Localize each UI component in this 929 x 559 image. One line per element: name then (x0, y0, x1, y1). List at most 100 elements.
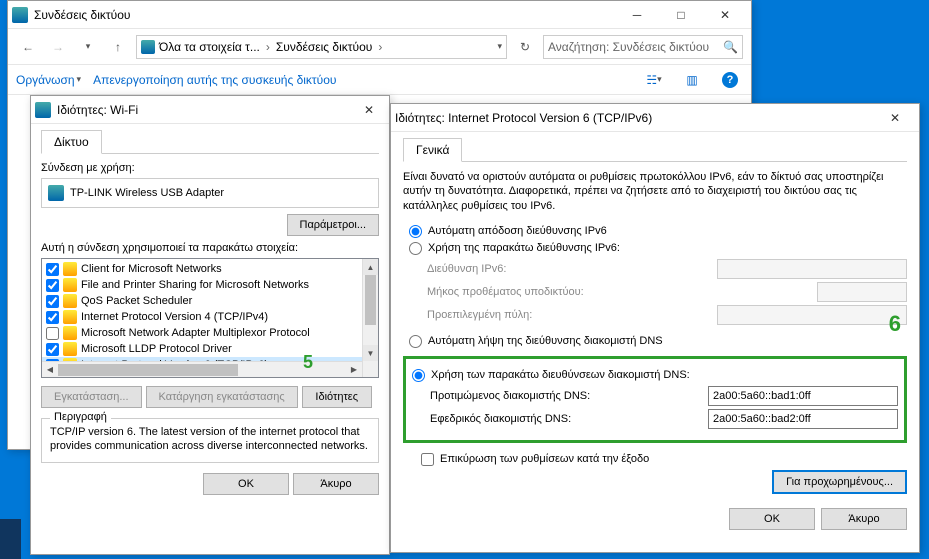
protocol-item[interactable]: Microsoft LLDP Protocol Driver (42, 341, 378, 357)
scroll-thumb[interactable] (365, 275, 376, 325)
default-gateway-label: Προεπιλεγμένη πύλη: (427, 309, 717, 321)
protocol-item[interactable]: Client for Microsoft Networks (42, 261, 378, 277)
scroll-down-button[interactable]: ▼ (363, 345, 378, 361)
description-legend: Περιγραφή (50, 411, 111, 423)
adapter-name: TP-LINK Wireless USB Adapter (70, 187, 224, 199)
wifi-title: Ιδιότητες: Wi-Fi (57, 103, 353, 117)
vertical-scrollbar[interactable]: ▲ ▼ (362, 259, 378, 377)
address-radio-group: Αυτόματη απόδοση διεύθυνσης IPv6 Χρήση τ… (409, 225, 907, 255)
default-gateway-input (717, 305, 907, 325)
properties-button[interactable]: Ιδιότητες (302, 386, 372, 408)
protocol-item[interactable]: File and Printer Sharing for Microsoft N… (42, 277, 378, 293)
help-button[interactable]: ? (717, 69, 743, 91)
configure-button[interactable]: Παράμετροι... (287, 214, 380, 236)
protocol-checkbox[interactable] (46, 311, 59, 324)
protocol-listbox[interactable]: Client for Microsoft Networks File and Pr… (41, 258, 379, 378)
radio-manual-address-input[interactable] (409, 242, 422, 255)
hscroll-thumb[interactable] (58, 364, 238, 376)
advanced-button[interactable]: Για προχωρημένους... (772, 470, 907, 494)
protocol-item[interactable]: Microsoft Network Adapter Multiplexor Pr… (42, 325, 378, 341)
install-button[interactable]: Εγκατάσταση... (41, 386, 142, 408)
protocol-icon (63, 310, 77, 324)
scroll-right-button[interactable]: ▶ (346, 362, 362, 377)
preferred-dns-input[interactable] (708, 386, 898, 406)
address-dropdown-icon[interactable]: ▾ (497, 41, 502, 52)
close-button[interactable]: ✕ (703, 1, 747, 29)
wifi-titlebar: Ιδιότητες: Wi-Fi ✕ (31, 96, 389, 124)
address-bar[interactable]: Όλα τα στοιχεία τ... › Συνδέσεις δικτύου… (136, 35, 507, 59)
breadcrumb-sep: › (376, 40, 384, 54)
radio-auto-address-input[interactable] (409, 225, 422, 238)
description-groupbox: Περιγραφή TCP/IP version 6. The latest v… (41, 418, 379, 463)
alternate-dns-input[interactable] (708, 409, 898, 429)
view-layout-button[interactable]: ☵ ▾ (641, 69, 667, 91)
protocol-item[interactable]: Internet Protocol Version 4 (TCP/IPv4) (42, 309, 378, 325)
search-placeholder: Αναζήτηση: Συνδέσεις δικτύου (548, 40, 709, 54)
breadcrumb-item[interactable]: Συνδέσεις δικτύου (276, 40, 372, 54)
nav-back-button[interactable]: ← (16, 35, 40, 59)
ipv6-titlebar: Ιδιότητες: Internet Protocol Version 6 (… (391, 104, 919, 132)
protocol-checkbox[interactable] (46, 263, 59, 276)
network-icon (12, 7, 28, 23)
radio-auto-dns[interactable]: Αυτόματη λήψη της διεύθυνσης διακομιστή … (409, 335, 907, 348)
protocol-checkbox[interactable] (46, 343, 59, 356)
ipv6-address-label: Διεύθυνση IPv6: (427, 263, 717, 275)
alternate-dns-label: Εφεδρικός διακομιστής DNS: (430, 413, 708, 425)
adapter-box: TP-LINK Wireless USB Adapter (41, 178, 379, 208)
cancel-button[interactable]: Άκυρο (293, 473, 379, 495)
annotation-marker-5: 5 (303, 352, 313, 373)
tab-general[interactable]: Γενικά (403, 138, 462, 162)
annotation-marker-6: 6 (889, 311, 901, 337)
protocol-checkbox[interactable] (46, 279, 59, 292)
close-button[interactable]: ✕ (353, 96, 385, 124)
uninstall-button[interactable]: Κατάργηση εγκατάστασης (146, 386, 298, 408)
tab-network[interactable]: Δίκτυο (41, 130, 102, 154)
breadcrumb-sep: › (264, 40, 272, 54)
radio-manual-dns-input[interactable] (412, 369, 425, 382)
ipv6-title: Ιδιότητες: Internet Protocol Version 6 (… (395, 111, 875, 125)
protocol-checkbox[interactable] (46, 327, 59, 340)
organize-menu[interactable]: Οργάνωση ▾ (16, 73, 81, 87)
minimize-button[interactable]: ─ (615, 1, 659, 29)
subnet-prefix-input (817, 282, 907, 302)
protocol-icon (63, 342, 77, 356)
refresh-button[interactable]: ↻ (513, 35, 537, 59)
protocol-checkbox[interactable] (46, 295, 59, 308)
cancel-button[interactable]: Άκυρο (821, 508, 907, 530)
radio-auto-address[interactable]: Αυτόματη απόδοση διεύθυνσης IPv6 (409, 225, 907, 238)
adapter-device-icon (48, 185, 64, 201)
explorer-titlebar: Συνδέσεις δικτύου ─ □ ✕ (8, 1, 751, 29)
taskbar-fragment (0, 519, 21, 559)
nav-history-button[interactable]: ▾ (76, 35, 100, 59)
ipv6-properties-window: Ιδιότητες: Internet Protocol Version 6 (… (390, 103, 920, 553)
protocol-icon (63, 278, 77, 292)
explorer-command-bar: Οργάνωση ▾ Απενεργοποίηση αυτής της συσκ… (8, 65, 751, 95)
nav-up-button[interactable]: ↑ (106, 35, 130, 59)
maximize-button[interactable]: □ (659, 1, 703, 29)
radio-auto-dns-input[interactable] (409, 335, 422, 348)
protocol-label: QoS Packet Scheduler (81, 295, 192, 307)
protocol-label: Client for Microsoft Networks (81, 263, 222, 275)
ok-button[interactable]: OK (203, 473, 289, 495)
radio-manual-dns[interactable]: Χρήση των παρακάτω διευθύνσεων διακομιστ… (412, 369, 898, 382)
ok-button[interactable]: OK (729, 508, 815, 530)
close-button[interactable]: ✕ (875, 104, 915, 132)
validate-on-exit-checkbox[interactable] (421, 453, 434, 466)
explorer-navbar: ← → ▾ ↑ Όλα τα στοιχεία τ... › Συνδέσεις… (8, 29, 751, 65)
search-icon: 🔍 (723, 40, 738, 54)
subnet-prefix-label: Μήκος προθέματος υποδικτύου: (427, 286, 817, 298)
horizontal-scrollbar[interactable]: ◀ ▶ (42, 361, 362, 377)
nav-forward-button[interactable]: → (46, 35, 70, 59)
scroll-left-button[interactable]: ◀ (42, 362, 58, 377)
search-box[interactable]: Αναζήτηση: Συνδέσεις δικτύου 🔍 (543, 35, 743, 59)
scroll-up-button[interactable]: ▲ (363, 259, 378, 275)
disable-device-menu[interactable]: Απενεργοποίηση αυτής της συσκευής δικτύο… (93, 73, 336, 87)
protocol-label: File and Printer Sharing for Microsoft N… (81, 279, 309, 291)
preview-pane-button[interactable]: ▥ (679, 69, 705, 91)
radio-manual-address[interactable]: Χρήση της παρακάτω διεύθυνσης IPv6: (409, 242, 907, 255)
protocol-item[interactable]: QoS Packet Scheduler (42, 293, 378, 309)
description-text: TCP/IP version 6. The latest version of … (50, 425, 370, 454)
breadcrumb-item[interactable]: Όλα τα στοιχεία τ... (159, 40, 260, 54)
ipv6-address-input (717, 259, 907, 279)
location-icon (141, 40, 155, 54)
